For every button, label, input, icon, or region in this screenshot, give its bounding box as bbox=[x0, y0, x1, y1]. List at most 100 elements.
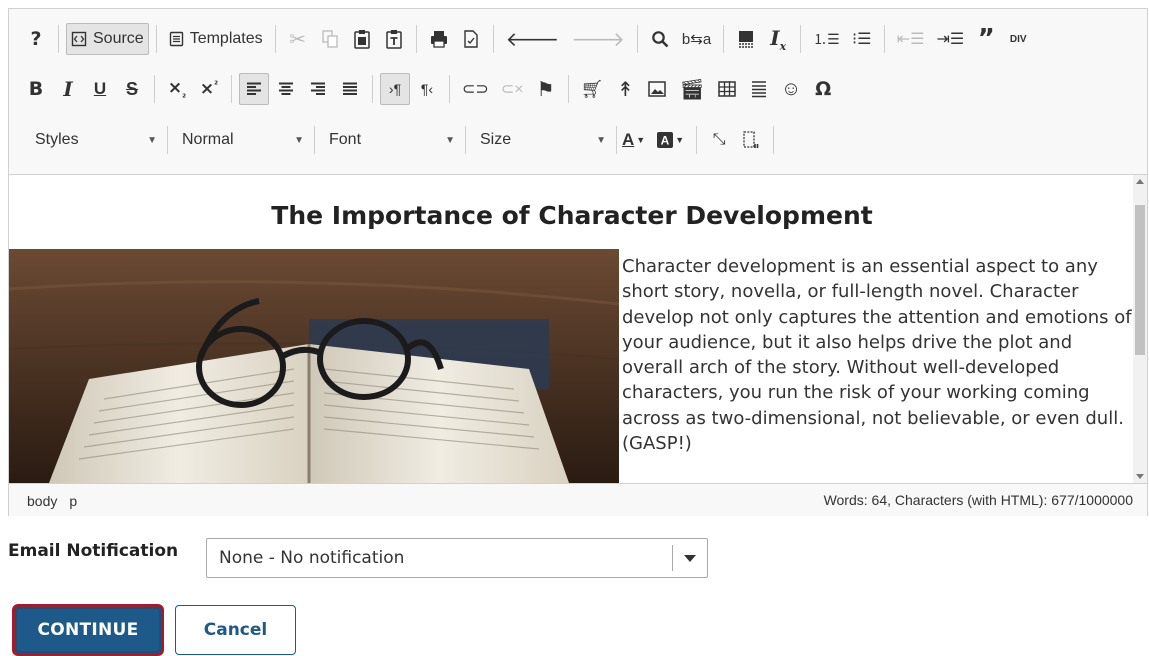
printer-icon bbox=[430, 31, 447, 48]
horizontal-line-icon bbox=[751, 81, 766, 98]
source-button[interactable]: Source bbox=[66, 23, 149, 55]
chevron-down-icon[interactable] bbox=[672, 545, 707, 571]
select-all-button[interactable] bbox=[731, 23, 761, 55]
book-and-glasses-photo bbox=[9, 249, 619, 483]
bulleted-list-button[interactable]: ⁝☰ bbox=[847, 23, 877, 55]
copy-button[interactable] bbox=[315, 23, 345, 55]
underline-button[interactable]: U bbox=[85, 73, 115, 105]
insert-file-button[interactable]: ↟ bbox=[610, 73, 640, 105]
replace-icon: b⇆a bbox=[681, 31, 712, 48]
numbered-list-icon: ⒈☰ bbox=[813, 31, 840, 47]
format-dropdown[interactable]: Normal ▼ bbox=[168, 125, 314, 155]
chevron-down-icon: ▼ bbox=[445, 134, 455, 146]
scrollbar-thumb[interactable] bbox=[1135, 205, 1145, 355]
create-div-button[interactable]: DIV bbox=[1003, 23, 1033, 55]
align-center-button[interactable] bbox=[271, 73, 301, 105]
copy-icon bbox=[321, 30, 338, 48]
table-button[interactable] bbox=[712, 73, 742, 105]
text-direction-ltr-button[interactable]: ›¶ bbox=[380, 73, 410, 105]
redo-button[interactable]: 🡒 bbox=[566, 23, 630, 55]
undo-button[interactable]: 🡐 bbox=[501, 23, 565, 55]
print-button[interactable] bbox=[424, 23, 454, 55]
size-dropdown[interactable]: Size ▼ bbox=[466, 125, 616, 155]
help-button[interactable]: ? bbox=[21, 23, 51, 55]
numbered-list-button[interactable]: ⒈☰ bbox=[808, 23, 845, 55]
media-button[interactable]: 🎬︎ bbox=[674, 73, 709, 105]
align-left-icon bbox=[247, 82, 261, 95]
paste-text-button[interactable] bbox=[379, 23, 409, 55]
continue-button[interactable]: CONTINUE bbox=[12, 604, 164, 656]
quote-icon: ” bbox=[977, 24, 995, 54]
italic-button[interactable]: I bbox=[53, 73, 83, 105]
replace-button[interactable]: b⇆a bbox=[677, 23, 716, 55]
subscript-icon: ×₂ bbox=[167, 77, 187, 101]
text-color-button[interactable]: A ▼ bbox=[617, 124, 650, 156]
indent-icon: ⇥☰ bbox=[936, 31, 965, 48]
smiley-icon: ☺ bbox=[780, 77, 802, 100]
link-button[interactable]: ⊂⊃ bbox=[457, 73, 494, 105]
indent-button[interactable]: ⇥☰ bbox=[931, 23, 969, 55]
subscript-button[interactable]: ×₂ bbox=[162, 73, 192, 105]
align-center-icon bbox=[279, 82, 293, 95]
blockquote-button[interactable]: ” bbox=[971, 23, 1001, 55]
italic-icon: I bbox=[63, 77, 73, 101]
upload-icon: ↟ bbox=[617, 78, 634, 101]
font-dropdown[interactable]: Font ▼ bbox=[315, 125, 465, 155]
text-direction-rtl-button[interactable]: ¶‹ bbox=[412, 73, 442, 105]
svg-text:A: A bbox=[661, 134, 670, 148]
unlink-button[interactable]: ⊂× bbox=[496, 73, 529, 105]
find-button[interactable] bbox=[645, 23, 675, 55]
align-left-button[interactable] bbox=[239, 73, 269, 105]
undo-icon: 🡐 bbox=[505, 28, 560, 51]
scroll-up-icon[interactable] bbox=[1136, 179, 1144, 184]
smiley-button[interactable]: ☺ bbox=[776, 73, 806, 105]
styles-dropdown[interactable]: Styles ▼ bbox=[21, 125, 167, 155]
templates-button[interactable]: Templates bbox=[164, 23, 268, 55]
font-label: Font bbox=[329, 131, 362, 148]
cut-button[interactable]: ✂ bbox=[283, 23, 313, 55]
format-label: Normal bbox=[182, 131, 234, 148]
align-right-button[interactable] bbox=[303, 73, 333, 105]
scroll-down-icon[interactable] bbox=[1136, 474, 1144, 479]
superscript-button[interactable]: ×² bbox=[194, 73, 224, 105]
spellcheck-button[interactable] bbox=[456, 23, 486, 55]
anchor-button[interactable]: ⚑ bbox=[531, 73, 561, 105]
maximize-icon: ⤡ bbox=[712, 131, 726, 148]
image-button[interactable] bbox=[642, 73, 672, 105]
maximize-button[interactable]: ⤡ bbox=[704, 124, 734, 156]
background-color-button[interactable]: A ▼ bbox=[652, 124, 689, 156]
special-char-button[interactable]: Ω bbox=[808, 73, 838, 105]
show-blocks-button[interactable] bbox=[736, 124, 766, 156]
link-icon: ⊂⊃ bbox=[462, 81, 489, 98]
scissors-icon: ✂ bbox=[289, 28, 306, 51]
paste-button[interactable] bbox=[347, 23, 377, 55]
clapperboard-icon: 🎬︎ bbox=[679, 78, 705, 101]
editor-content-area[interactable]: The Importance of Character Development bbox=[9, 175, 1135, 483]
templates-icon bbox=[169, 31, 183, 47]
source-icon bbox=[71, 31, 87, 47]
path-body[interactable]: body bbox=[27, 493, 57, 509]
strikethrough-button[interactable]: S bbox=[117, 73, 147, 105]
bulleted-list-icon: ⁝☰ bbox=[852, 31, 872, 48]
continue-label: CONTINUE bbox=[17, 609, 159, 651]
word-counter: Words: 64, Characters (with HTML): 677/1… bbox=[823, 492, 1133, 508]
outdent-button[interactable]: ⇤☰ bbox=[892, 23, 930, 55]
path-p[interactable]: p bbox=[69, 493, 77, 509]
image-icon bbox=[648, 81, 667, 97]
table-icon bbox=[718, 81, 736, 97]
bold-icon: B bbox=[28, 78, 44, 100]
content-scrollbar[interactable] bbox=[1133, 175, 1147, 483]
redo-icon: 🡒 bbox=[571, 28, 625, 51]
bold-button[interactable]: B bbox=[21, 73, 51, 105]
div-label: DIV bbox=[1009, 33, 1027, 45]
outdent-icon: ⇤☰ bbox=[896, 31, 925, 48]
email-notification-select[interactable]: None - No notification bbox=[206, 538, 708, 578]
search-icon bbox=[652, 31, 669, 48]
horizontal-line-button[interactable] bbox=[744, 73, 774, 105]
cancel-button[interactable]: Cancel bbox=[175, 605, 296, 655]
remove-format-button[interactable]: Ix bbox=[763, 23, 793, 55]
strikethrough-icon: S bbox=[125, 78, 138, 99]
email-notification-label: Email Notification bbox=[8, 541, 179, 561]
citation-button[interactable]: 🛒︎ bbox=[576, 73, 609, 105]
justify-button[interactable] bbox=[335, 73, 365, 105]
